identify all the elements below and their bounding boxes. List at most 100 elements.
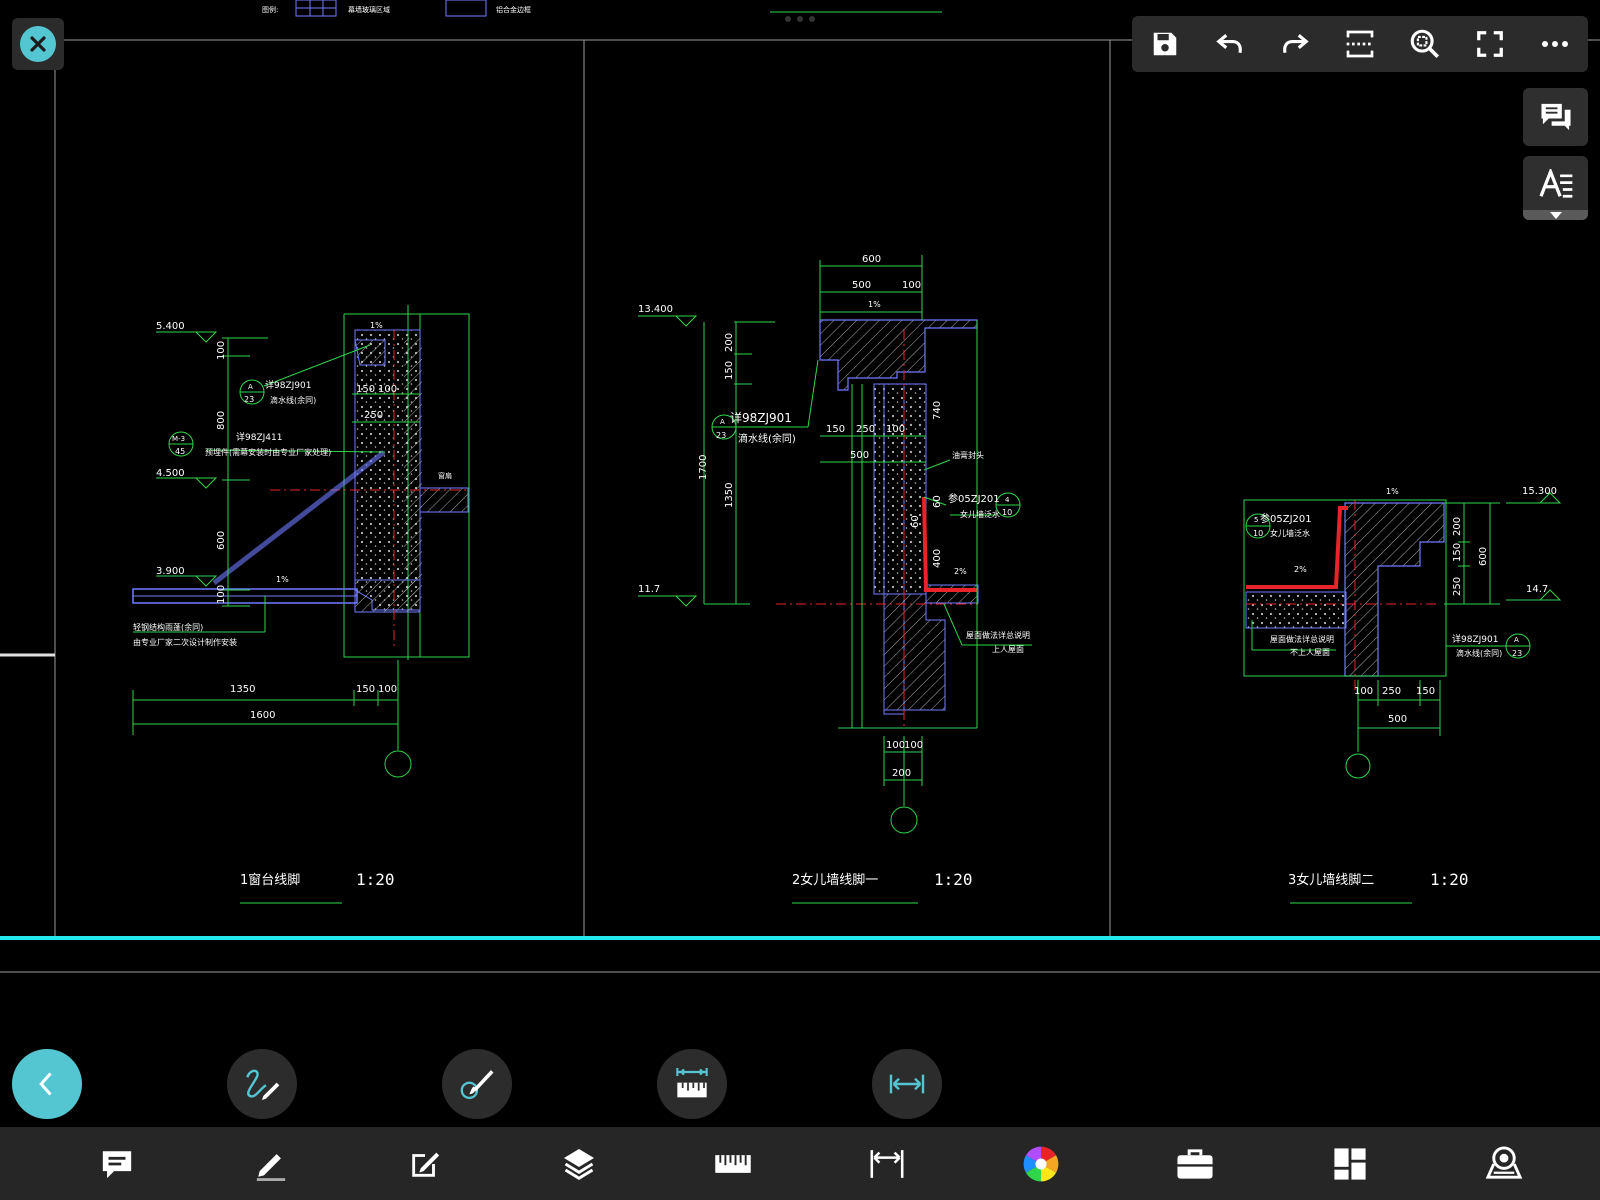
svg-text:1700: 1700 [698, 455, 709, 480]
svg-text:滴水线(余同): 滴水线(余同) [270, 395, 316, 405]
svg-text:200: 200 [1452, 517, 1463, 536]
layers-button[interactable] [549, 1127, 609, 1200]
freehand-tool-button[interactable] [227, 1049, 297, 1119]
close-button[interactable] [12, 18, 64, 70]
zoom-extents-button[interactable] [1401, 20, 1449, 68]
svg-text:参05ZJ201: 参05ZJ201 [948, 492, 1000, 505]
svg-text:600: 600 [862, 254, 881, 265]
svg-text:滴水线(余同): 滴水线(余同) [1456, 648, 1502, 658]
svg-text:A: A [248, 383, 253, 391]
dimension-tool-button[interactable] [872, 1049, 942, 1119]
svg-text:100: 100 [378, 384, 397, 395]
svg-text:15.300: 15.300 [1522, 486, 1557, 497]
svg-text:A: A [720, 418, 725, 426]
svg-text:1%: 1% [276, 575, 289, 584]
comment-button[interactable] [87, 1127, 147, 1200]
svg-text:1350: 1350 [724, 483, 735, 508]
color-button[interactable] [1011, 1127, 1071, 1200]
svg-text:100: 100 [216, 585, 227, 604]
svg-text:60: 60 [932, 495, 943, 508]
svg-text:屋面做法详总说明: 屋面做法详总说明 [1270, 634, 1334, 644]
top-toolbar [1132, 16, 1588, 72]
svg-text:女儿墙泛水: 女儿墙泛水 [1270, 528, 1310, 538]
text-style-icon [1538, 169, 1572, 198]
freehand-icon [246, 1069, 280, 1100]
svg-text:600: 600 [216, 531, 227, 550]
comments-button[interactable] [1523, 88, 1588, 146]
svg-text:100: 100 [902, 280, 921, 291]
3d-view-button[interactable] [1474, 1127, 1534, 1200]
svg-text:250: 250 [856, 424, 875, 435]
svg-text:100: 100 [886, 740, 905, 751]
svg-text:油膏封头: 油膏封头 [952, 450, 984, 460]
toolbox-button[interactable] [1165, 1127, 1225, 1200]
svg-text:13.400: 13.400 [638, 304, 673, 315]
svg-text:轻钢结构雨蓬(余同): 轻钢结构雨蓬(余同) [133, 622, 203, 632]
bottom-toolbar [0, 1127, 1600, 1200]
detail-3-name: 女儿墙线脚二 [1296, 872, 1374, 888]
save-button[interactable] [1141, 20, 1189, 68]
save-icon [1153, 32, 1176, 56]
dimension-button[interactable] [857, 1127, 917, 1200]
svg-text:详98ZJ901: 详98ZJ901 [1452, 633, 1498, 645]
svg-text:窗扇: 窗扇 [438, 471, 452, 480]
crop-button[interactable] [1336, 20, 1384, 68]
fullscreen-button[interactable] [1466, 20, 1514, 68]
detail-2-parapet-1: 600 500 100 1% 13.400 11.7 200 150 1700 … [638, 254, 1032, 904]
zoom-extents-icon [1410, 29, 1440, 59]
dimension-icon [889, 1074, 925, 1094]
svg-text:500: 500 [1388, 714, 1407, 725]
detail-3-parapet-2: 15.300 14.7 200 150 250 600 100 250 150 … [1243, 486, 1562, 904]
cad-drawing-canvas[interactable]: 图例: 幕墙玻璃区域 铝合金边框 5.400 4.500 3.900 100 8… [0, 0, 1600, 1200]
redo-button[interactable] [1271, 20, 1319, 68]
redo-icon [1282, 34, 1309, 54]
svg-text:250: 250 [1382, 686, 1401, 697]
measure-ruler-icon [676, 1068, 708, 1098]
svg-text:女儿墙泛水: 女儿墙泛水 [960, 509, 1000, 519]
detail-1-scale: 1:20 [356, 870, 395, 889]
chevron-down-icon[interactable] [1523, 210, 1588, 220]
svg-text:1350: 1350 [230, 684, 255, 695]
detail-3-scale: 1:20 [1430, 870, 1469, 889]
svg-text:100: 100 [216, 341, 227, 360]
measure-tool-button[interactable] [657, 1049, 727, 1119]
svg-text:4: 4 [1005, 496, 1010, 504]
svg-text:5.400: 5.400 [156, 321, 185, 332]
svg-text:150: 150 [1452, 543, 1463, 562]
svg-text:100: 100 [904, 740, 923, 751]
svg-text:1%: 1% [868, 300, 881, 309]
brush-tool-button[interactable] [442, 1049, 512, 1119]
svg-text:100: 100 [886, 424, 905, 435]
svg-text:100: 100 [1354, 686, 1373, 697]
svg-text:上人屋面: 上人屋面 [992, 645, 1024, 654]
edit-icon [412, 1152, 440, 1177]
dimension-icon [870, 1149, 904, 1178]
pen-icon [256, 1153, 286, 1181]
svg-text:不上人屋面: 不上人屋面 [1290, 648, 1330, 657]
svg-text:由专业厂家二次设计制作安装: 由专业厂家二次设计制作安装 [133, 637, 237, 647]
svg-text:10: 10 [1253, 529, 1263, 538]
grid-icon [1334, 1147, 1366, 1180]
back-button[interactable] [12, 1049, 82, 1119]
edit-button[interactable] [395, 1127, 455, 1200]
svg-text:150: 150 [356, 684, 375, 695]
svg-text:10: 10 [1002, 508, 1012, 517]
detail-3-number: 3 [1288, 873, 1296, 888]
svg-text:200: 200 [892, 768, 911, 779]
text-style-button[interactable] [1523, 156, 1588, 220]
ruler-button[interactable] [703, 1127, 763, 1200]
svg-text:14.7: 14.7 [1526, 584, 1548, 595]
legend: 图例: 幕墙玻璃区域 铝合金边框 [262, 0, 942, 22]
svg-text:详98ZJ411: 详98ZJ411 [236, 431, 282, 443]
svg-text:2女儿墙线脚一: 2女儿墙线脚一 [792, 872, 878, 888]
svg-text:1600: 1600 [250, 710, 275, 721]
close-icon [20, 26, 56, 62]
svg-text:滴水线(余同): 滴水线(余同) [738, 432, 796, 445]
comments-icon [1540, 103, 1571, 131]
svg-text:150: 150 [1416, 686, 1435, 697]
more-button[interactable] [1531, 20, 1579, 68]
pen-button[interactable] [241, 1127, 301, 1200]
undo-button[interactable] [1206, 20, 1254, 68]
undo-icon [1216, 34, 1242, 54]
grid-button[interactable] [1320, 1127, 1380, 1200]
